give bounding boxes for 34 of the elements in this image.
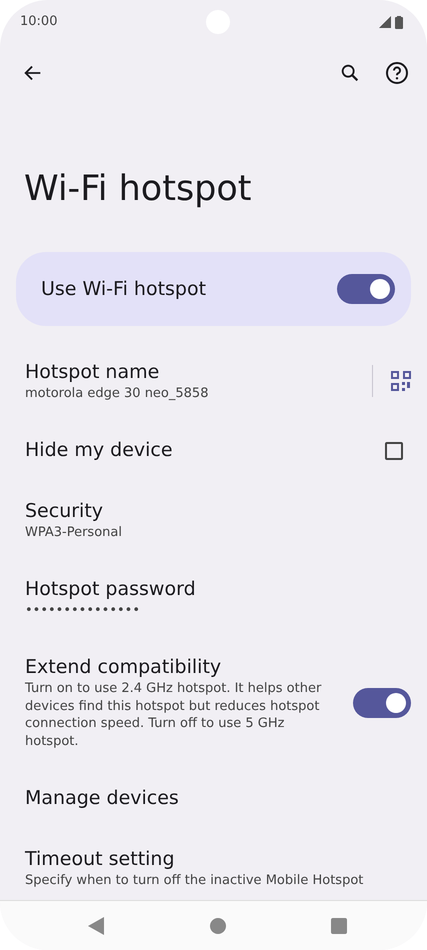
setting-title: Hotspot name	[25, 360, 160, 385]
switch-label: Use Wi-Fi hotspot	[41, 276, 206, 302]
setting-row[interactable]: Hide my device	[0, 418, 427, 479]
setting-summary: motorola edge 30 neo_5858	[25, 384, 210, 402]
setting-title: Extend compatibility	[25, 655, 222, 680]
help-icon	[385, 61, 409, 85]
status-time: 10:00	[20, 13, 58, 32]
recents-nav-icon[interactable]	[331, 918, 347, 934]
setting-summary: Specify when to turn off the inactive Mobile Hotspot	[25, 872, 364, 890]
signal-icon	[379, 16, 391, 28]
home-nav-icon[interactable]	[210, 918, 226, 934]
setting-title: Security	[25, 498, 104, 524]
toggle-switch[interactable]	[353, 688, 411, 718]
toggle-switch[interactable]	[337, 274, 395, 304]
main-switch-card[interactable]: Use Wi-Fi hotspot	[16, 252, 411, 326]
qr-code-icon[interactable]	[391, 371, 411, 392]
checkbox[interactable]	[385, 442, 403, 460]
setting-row[interactable]: Security WPA3-Personal	[0, 478, 427, 558]
setting-row[interactable]: Extend compatibility Turn on to use 2.4 GHz hotspot. It helps other devices find this hotspot but reduces hotspot connection speed. Turn off to use 5 GHz hotspot.	[0, 635, 427, 766]
battery-icon	[395, 16, 403, 28]
setting-summary: Turn on to use 2.4 GHz hotspot. It helps other devices find this hotspot but reduces hotspot connection speed. Turn off to use 5 GHz hotspot.	[25, 680, 322, 750]
setting-row[interactable]: Hotspot name motorola edge 30 neo_5858	[0, 340, 427, 418]
setting-title: Hotspot password	[25, 577, 197, 602]
setting-title: Timeout setting	[25, 846, 176, 872]
setting-title: Manage devices	[25, 786, 180, 811]
setting-summary: •••••••••••••••	[25, 602, 142, 620]
search-icon	[339, 62, 361, 84]
back-nav-icon[interactable]	[88, 916, 104, 934]
setting-row[interactable]: Manage devices	[0, 766, 427, 827]
setting-summary: WPA3-Personal	[25, 524, 123, 542]
setting-title: Hide my device	[25, 438, 174, 463]
setting-row[interactable]: Timeout setting Specify when to turn off the inactive Mobile Hotspot	[0, 826, 427, 890]
setting-row[interactable]: Hotspot password •••••••••••••••	[0, 557, 427, 636]
page-title: Wi-Fi hotspot	[24, 168, 253, 210]
